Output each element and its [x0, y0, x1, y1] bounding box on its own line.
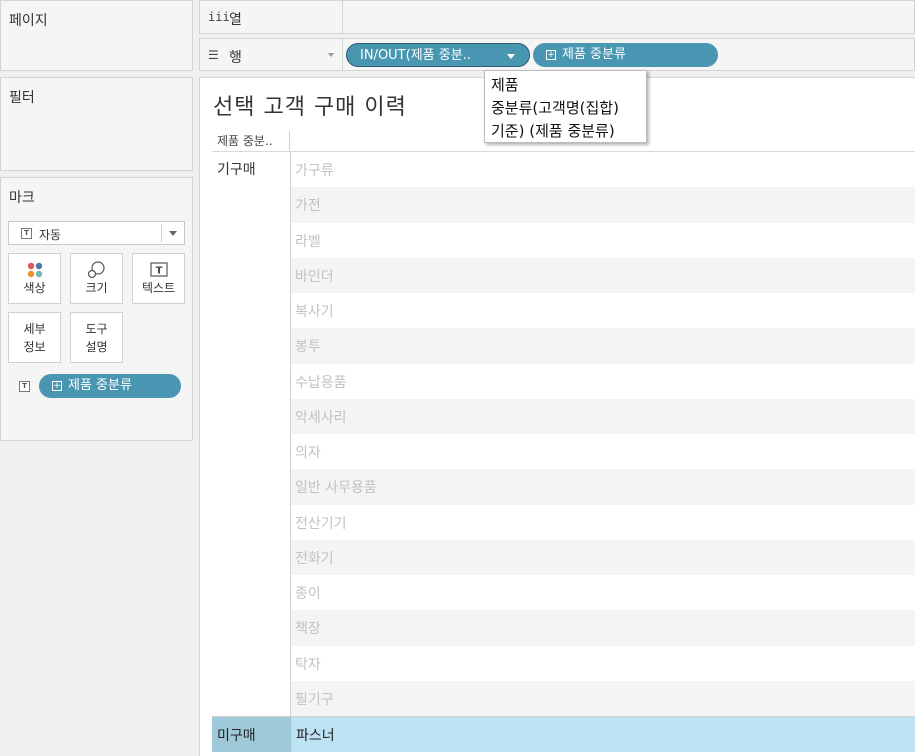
row-label: 복사기 — [295, 304, 334, 320]
size-circles-icon — [87, 261, 105, 279]
worksheet-view: 선택 고객 구매 이력 제품 중분.. 기구매 가구류가전라벨바인더복사기봉투수… — [199, 77, 915, 756]
table-row[interactable]: 전화기 — [291, 539, 915, 575]
marks-field-pill[interactable]: + 제품 중분류 — [39, 374, 181, 398]
marks-title: 마크 — [9, 190, 35, 206]
table-row[interactable]: 악세사리 — [291, 398, 915, 434]
rows-shelf-label: ☰ 행 — [200, 39, 343, 70]
pill-dropdown-icon[interactable] — [507, 54, 515, 59]
group-label-not-purchased: 미구매 — [217, 728, 256, 744]
row-label: 라벨 — [295, 233, 321, 250]
pages-title: 페이지 — [9, 13, 48, 29]
table-row[interactable]: 수납용품 — [291, 364, 915, 399]
row-label: 봉투 — [295, 339, 321, 356]
table-row[interactable]: 필기구 — [291, 680, 915, 716]
field-tooltip: 제품 중분류(고객명(집합) 기준) (제품 중분류) — [484, 70, 647, 143]
tooltip-button-label: 도구 설명 — [85, 322, 108, 354]
row-label: 필기구 — [295, 691, 334, 708]
table-row[interactable]: 전산기기 — [291, 505, 915, 540]
table-row[interactable]: 종이 — [291, 575, 915, 610]
table-row[interactable]: 일반 사무용품 — [291, 469, 915, 505]
inout-pill-label: IN/OUT(제품 중분.. — [360, 48, 471, 63]
table-row-selected[interactable]: 파스너 — [291, 717, 915, 752]
group-header-not-purchased[interactable]: 미구매 — [212, 717, 291, 752]
tooltip-line: 중분류(고객명(집합) — [491, 99, 619, 117]
table-row[interactable]: 의자 — [291, 434, 915, 469]
row-label: 악세사리 — [295, 409, 347, 426]
tooltip-line: 기준) (제품 중분류) — [491, 122, 615, 140]
inout-set-pill[interactable]: IN/OUT(제품 중분.. — [346, 43, 530, 67]
svg-text:T: T — [156, 266, 163, 277]
table-row[interactable]: 탁자 — [291, 646, 915, 681]
text-button-label: 텍스트 — [141, 281, 176, 295]
subcategory-pill-label: 제품 중분류 — [562, 47, 626, 62]
table-row[interactable]: 봉투 — [291, 328, 915, 364]
table-row[interactable]: 복사기 — [291, 293, 915, 328]
row-label: 수납용품 — [295, 374, 347, 391]
chevron-down-icon[interactable] — [328, 53, 334, 57]
row-label: 종이 — [295, 586, 321, 602]
row-label: 바인더 — [295, 268, 334, 285]
subcategory-pill[interactable]: + 제품 중분류 — [533, 43, 718, 67]
detail-button[interactable]: 세부 정보 — [8, 312, 61, 363]
row-label: 전화기 — [295, 550, 334, 567]
chevron-down-icon[interactable] — [169, 231, 177, 236]
marks-field-label: 제품 중분류 — [68, 378, 132, 393]
row-label: 전산기기 — [295, 515, 347, 532]
table-row[interactable]: 책장 — [291, 610, 915, 646]
expand-plus-icon: + — [52, 381, 62, 391]
row-label: 책장 — [295, 621, 321, 638]
table-row[interactable]: 가전 — [291, 187, 915, 223]
table-row[interactable]: 라벨 — [291, 223, 915, 258]
filters-title: 필터 — [9, 90, 35, 106]
text-button[interactable]: T 텍스트 — [132, 253, 185, 304]
marks-card: 마크 T 자동 색상 크기 T 텍스트 세부 정보 도구 설명 T + 제품 중… — [0, 177, 193, 441]
table-row[interactable]: 바인더 — [291, 257, 915, 293]
mark-type-value: 자동 — [39, 228, 62, 242]
tooltip-button[interactable]: 도구 설명 — [70, 312, 123, 363]
rows-shelf[interactable]: ☰ 행 IN/OUT(제품 중분.. + 제품 중분류 — [199, 38, 915, 71]
expand-plus-icon: + — [546, 50, 556, 60]
color-button-label: 색상 — [23, 281, 46, 295]
dropdown-separator — [161, 224, 162, 242]
rows-label: 행 — [229, 50, 242, 66]
color-button[interactable]: 색상 — [8, 253, 61, 304]
column-header[interactable]: 제품 중분.. — [212, 131, 290, 151]
filters-shelf[interactable]: 필터 — [0, 77, 193, 171]
columns-icon: iii — [208, 10, 230, 24]
row-label: 가구류 — [295, 163, 334, 179]
text-t-icon: T — [150, 262, 168, 277]
tooltip-line: 제품 — [491, 76, 519, 94]
group-header-purchased[interactable]: 기구매 — [212, 152, 291, 716]
columns-shelf-label: iii 열 — [200, 1, 343, 33]
color-dots-icon — [27, 262, 43, 278]
text-mark-icon: T — [21, 228, 32, 239]
row-label: 일반 사무용품 — [295, 480, 377, 497]
sheet-title: 선택 고객 구매 이력 — [213, 95, 407, 120]
columns-shelf[interactable]: iii 열 — [199, 0, 915, 34]
columns-label: 열 — [229, 12, 242, 28]
mark-type-dropdown[interactable]: T 자동 — [8, 221, 185, 245]
detail-button-label: 세부 정보 — [23, 322, 46, 354]
row-label: 가전 — [295, 198, 321, 215]
group-label-purchased: 기구매 — [217, 162, 256, 178]
left-empty-area — [0, 447, 193, 756]
row-label: 의자 — [295, 445, 321, 461]
size-button[interactable]: 크기 — [70, 253, 123, 304]
row-label: 파스너 — [296, 728, 335, 744]
text-encoding-icon[interactable]: T — [19, 381, 30, 392]
pages-shelf[interactable]: 페이지 — [0, 0, 193, 71]
table-row[interactable]: 가구류 — [291, 152, 915, 187]
size-button-label: 크기 — [85, 281, 108, 295]
row-label: 탁자 — [295, 656, 321, 673]
rows-icon: ☰ — [208, 48, 219, 62]
